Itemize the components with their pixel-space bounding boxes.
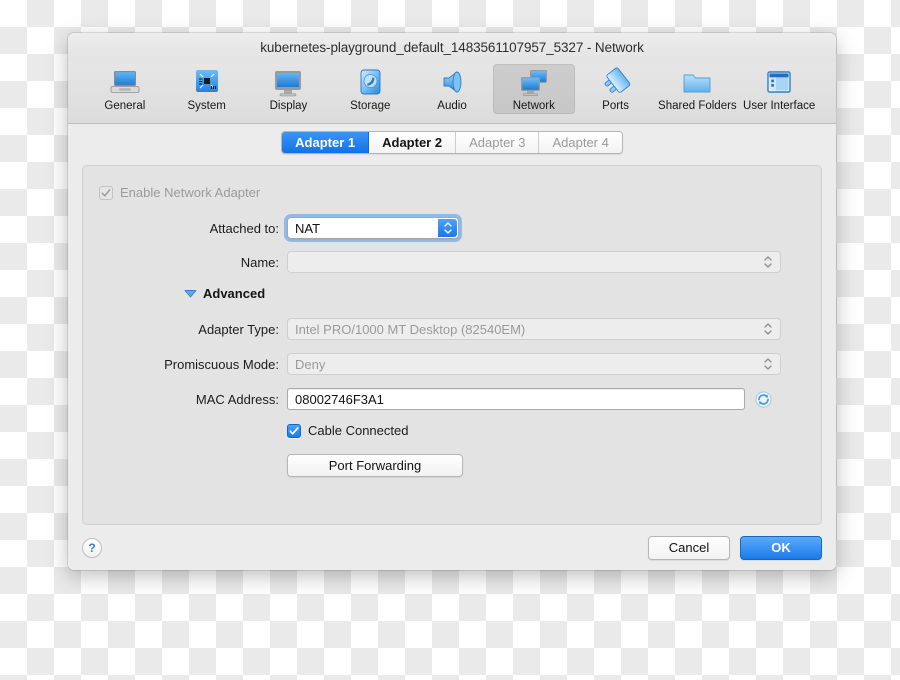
cable-connected-label: Cable Connected bbox=[308, 423, 409, 438]
toolbar-label-storage: Storage bbox=[350, 100, 391, 112]
chevron-up-icon bbox=[764, 358, 772, 363]
chevron-up-icon bbox=[443, 222, 452, 227]
promiscuous-mode-row: Promiscuous Mode: Deny bbox=[83, 353, 821, 375]
toolbar-item-shared-folders[interactable]: Shared Folders bbox=[656, 64, 738, 114]
adapter-type-row: Adapter Type: Intel PRO/1000 MT Desktop … bbox=[83, 318, 821, 340]
attached-to-select[interactable]: NAT bbox=[287, 217, 459, 239]
chevron-up-icon bbox=[764, 323, 772, 328]
tab-adapter-1[interactable]: Adapter 1 bbox=[282, 132, 370, 153]
toolbar-label-audio: Audio bbox=[437, 100, 467, 112]
toolbar-item-display[interactable]: Display bbox=[248, 64, 330, 114]
plug-icon bbox=[599, 67, 633, 99]
toolbar-item-system[interactable]: System bbox=[166, 64, 248, 114]
promiscuous-mode-stepper[interactable] bbox=[762, 354, 774, 374]
name-stepper[interactable] bbox=[762, 252, 774, 272]
cable-connected-checkbox[interactable] bbox=[287, 423, 301, 438]
attached-to-value: NAT bbox=[295, 220, 321, 236]
speaker-icon bbox=[435, 67, 469, 99]
tab-adapter-4[interactable]: Adapter 4 bbox=[539, 132, 622, 153]
adapter-tabs: Adapter 1 Adapter 2 Adapter 3 Adapter 4 bbox=[68, 124, 836, 154]
adapter-type-stepper[interactable] bbox=[762, 319, 774, 339]
toolbar-label-network: Network bbox=[512, 100, 555, 112]
toolbar-label-ports: Ports bbox=[602, 100, 629, 112]
folder-icon bbox=[680, 67, 714, 99]
mac-address-row: MAC Address: 08002746F3A1 bbox=[83, 388, 821, 410]
attached-to-stepper[interactable] bbox=[438, 219, 457, 237]
adapter-type-label: Adapter Type: bbox=[198, 321, 279, 337]
port-forwarding-row: Port Forwarding bbox=[287, 454, 463, 477]
title-bar: kubernetes-playground_default_1483561107… bbox=[68, 33, 836, 62]
promiscuous-mode-value: Deny bbox=[295, 356, 326, 372]
cancel-button[interactable]: Cancel bbox=[648, 535, 730, 560]
chevron-down-icon bbox=[443, 229, 452, 234]
enable-network-adapter-row[interactable]: Enable Network Adapter bbox=[99, 185, 260, 200]
toolbar-label-general: General bbox=[104, 100, 146, 112]
toolbar-item-audio[interactable]: Audio bbox=[411, 64, 493, 114]
network-settings-window: kubernetes-playground_default_1483561107… bbox=[68, 33, 836, 570]
checkmark-icon bbox=[289, 426, 299, 435]
laptop-icon bbox=[108, 67, 142, 99]
advanced-label: Advanced bbox=[203, 286, 266, 301]
chevron-down-icon bbox=[764, 330, 772, 335]
window-icon bbox=[762, 67, 796, 99]
mac-address-label: MAC Address: bbox=[195, 391, 279, 407]
chevron-up-icon bbox=[764, 256, 772, 261]
monitor-icon bbox=[271, 67, 305, 99]
toolbar-item-ports[interactable]: Ports bbox=[575, 64, 657, 114]
promiscuous-mode-select[interactable]: Deny bbox=[287, 353, 781, 375]
mac-refresh-button[interactable] bbox=[755, 391, 772, 408]
checkmark-icon bbox=[101, 188, 111, 197]
name-label: Name: bbox=[240, 254, 279, 270]
toolbar-label-display: Display bbox=[269, 100, 308, 112]
attached-to-row: Attached to: NAT bbox=[83, 217, 821, 239]
toolbar-item-user-interface[interactable]: User Interface bbox=[738, 64, 820, 114]
adapter-settings-panel: Enable Network Adapter Attached to: NAT bbox=[82, 165, 822, 525]
window-title: kubernetes-playground_default_1483561107… bbox=[260, 40, 644, 55]
settings-toolbar: General System Display Storage Audio Net… bbox=[68, 62, 836, 124]
advanced-disclosure[interactable]: Advanced bbox=[184, 286, 265, 301]
tab-adapter-3[interactable]: Adapter 3 bbox=[456, 132, 540, 153]
refresh-icon bbox=[755, 391, 772, 407]
port-forwarding-button[interactable]: Port Forwarding bbox=[287, 454, 463, 477]
toolbar-item-general[interactable]: General bbox=[84, 64, 166, 114]
name-row: Name: bbox=[83, 251, 821, 273]
tab-adapter-2[interactable]: Adapter 2 bbox=[369, 132, 457, 153]
cable-connected-row[interactable]: Cable Connected bbox=[287, 423, 408, 438]
enable-network-adapter-checkbox[interactable] bbox=[99, 185, 113, 200]
enable-network-adapter-label: Enable Network Adapter bbox=[120, 185, 261, 200]
toolbar-label-shared-folders: Shared Folders bbox=[658, 100, 737, 112]
promiscuous-mode-label: Promiscuous Mode: bbox=[164, 356, 279, 372]
adapter-type-value: Intel PRO/1000 MT Desktop (82540EM) bbox=[295, 321, 526, 337]
chevron-down-icon bbox=[764, 263, 772, 268]
toolbar-item-network[interactable]: Network bbox=[492, 64, 575, 114]
ok-button[interactable]: OK bbox=[740, 535, 822, 560]
tab-strip: Adapter 1 Adapter 2 Adapter 3 Adapter 4 bbox=[281, 131, 623, 154]
name-select[interactable] bbox=[287, 251, 781, 273]
motherboard-icon bbox=[190, 67, 224, 99]
adapter-type-select[interactable]: Intel PRO/1000 MT Desktop (82540EM) bbox=[287, 318, 781, 340]
toolbar-label-user-interface: User Interface bbox=[743, 100, 816, 112]
dialog-footer: ? Cancel OK bbox=[68, 525, 836, 570]
settings-body: Adapter 1 Adapter 2 Adapter 3 Adapter 4 … bbox=[68, 124, 836, 570]
toolbar-label-system: System bbox=[187, 100, 226, 112]
mac-address-input[interactable]: 08002746F3A1 bbox=[287, 388, 745, 410]
help-button[interactable]: ? bbox=[82, 537, 102, 558]
toolbar-item-storage[interactable]: Storage bbox=[329, 64, 411, 114]
chevron-down-icon bbox=[764, 365, 772, 370]
network-icon bbox=[517, 67, 551, 99]
attached-to-label: Attached to: bbox=[209, 220, 279, 236]
triangle-down-icon[interactable] bbox=[184, 289, 197, 298]
mac-address-value: 08002746F3A1 bbox=[295, 391, 384, 407]
harddisk-icon bbox=[353, 67, 387, 99]
